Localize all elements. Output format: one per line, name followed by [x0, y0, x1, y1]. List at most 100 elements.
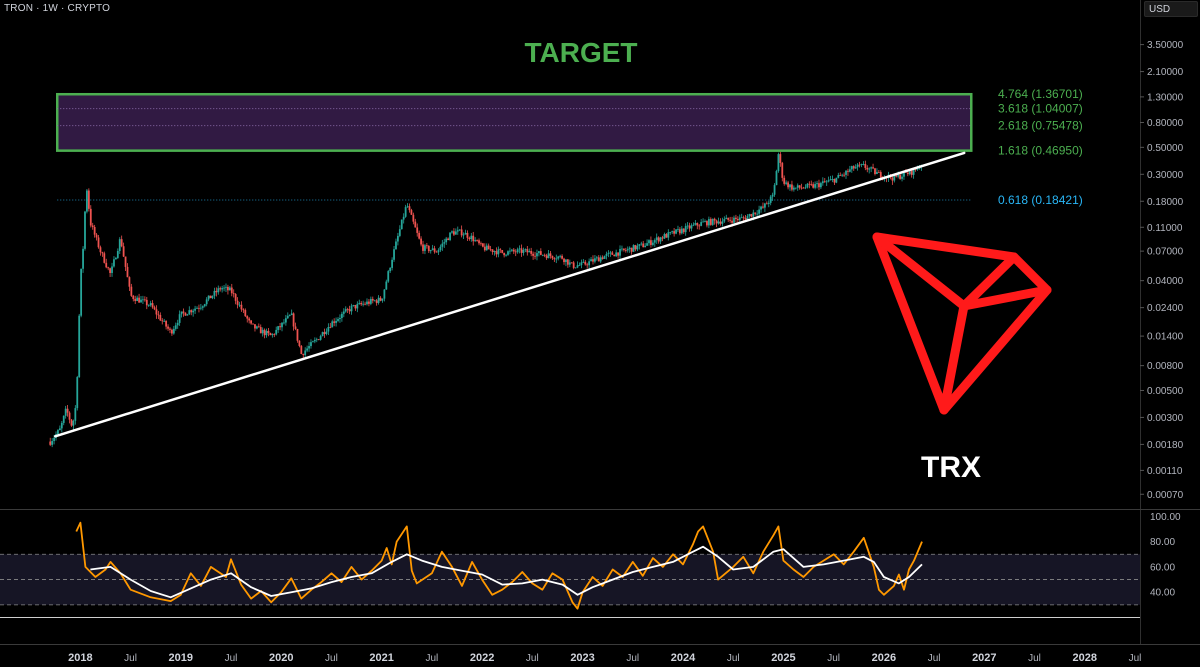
- candle-body-114: [269, 332, 272, 336]
- candle-body-315: [657, 237, 660, 242]
- candle-body-428: [876, 172, 878, 175]
- candle-body-313: [653, 240, 656, 243]
- candle-body-330: [686, 225, 689, 227]
- candle-body-90: [223, 287, 225, 289]
- candle-body-203: [441, 243, 444, 247]
- candle-body-244: [520, 248, 523, 253]
- candle-body-59: [163, 320, 166, 322]
- candle-body-15: [78, 315, 81, 378]
- candle-body-400: [821, 181, 824, 184]
- candle-body-251: [534, 255, 536, 257]
- candle-body-183: [402, 216, 405, 220]
- candle-body-68: [180, 311, 183, 315]
- candle-body-37: [120, 239, 123, 247]
- candle-body-70: [184, 312, 187, 316]
- candle-body-86: [215, 290, 218, 293]
- candle-body-257: [545, 255, 548, 259]
- candle-body-178: [393, 249, 395, 260]
- candle-body-326: [679, 229, 681, 234]
- candle-body-83: [209, 295, 212, 299]
- candle-body-364: [752, 212, 755, 217]
- candle-body-243: [518, 248, 521, 250]
- candle-body-50: [145, 299, 148, 306]
- time-tick-5: Jul: [325, 653, 338, 664]
- candle-body-285: [599, 257, 602, 262]
- candle-body-16: [80, 268, 83, 316]
- candle-body-213: [460, 229, 463, 236]
- candle-body-35: [116, 250, 119, 258]
- trx-chart[interactable]: 4.764 (1.36701)3.618 (1.04007) 2.618 (0.7…: [0, 0, 1200, 667]
- time-tick-14: 2025: [771, 652, 795, 664]
- candle-body-65: [174, 325, 177, 329]
- candle-body-2: [53, 437, 55, 442]
- currency-button[interactable]: USD: [1144, 1, 1198, 17]
- candle-body-258: [547, 253, 550, 259]
- candle-body-154: [346, 309, 349, 310]
- candle-body-305: [638, 244, 641, 246]
- candle-body-347: [719, 221, 722, 224]
- candle-body-199: [433, 248, 436, 252]
- candle-body-237: [507, 251, 509, 255]
- candle-body-143: [325, 331, 328, 335]
- candle-body-78: [199, 307, 202, 309]
- price-tick-9: 0.04000: [1147, 276, 1184, 287]
- candle-body-121: [283, 322, 285, 324]
- price-tick-3: 0.80000: [1147, 118, 1184, 129]
- time-tick-2: 2019: [169, 652, 193, 664]
- candle-body-120: [281, 322, 283, 328]
- candle-body-424: [868, 168, 871, 170]
- candle-body-159: [356, 303, 359, 309]
- tron-logo-icon: [872, 232, 1052, 415]
- candle-body-161: [360, 302, 363, 305]
- candle-body-306: [640, 243, 643, 245]
- candle-body-410: [841, 174, 844, 176]
- candle-body-402: [825, 181, 828, 183]
- price-tick-1: 2.10000: [1147, 67, 1184, 78]
- candle-body-88: [219, 288, 222, 290]
- candle-body-8: [64, 408, 67, 416]
- candle-body-331: [688, 225, 691, 229]
- candle-body-271: [572, 262, 575, 268]
- candle-body-275: [580, 262, 583, 266]
- time-tick-9: Jul: [526, 653, 539, 664]
- candle-body-135: [310, 342, 312, 347]
- candle-body-334: [694, 223, 697, 225]
- candle-body-55: [155, 309, 158, 315]
- time-tick-12: 2024: [671, 652, 696, 664]
- candle-body-336: [698, 225, 701, 227]
- candle-body-406: [833, 178, 836, 183]
- candle-body-377: [777, 154, 780, 172]
- candle-body-297: [622, 248, 625, 251]
- candle-body-109: [259, 327, 262, 334]
- candle-body-381: [785, 182, 788, 184]
- candle-body-323: [673, 231, 676, 234]
- candle-body-387: [796, 185, 799, 188]
- price-tick-13: 0.00500: [1147, 386, 1184, 397]
- candle-body-327: [680, 228, 683, 234]
- candle-body-376: [775, 171, 778, 186]
- candle-body-192: [420, 238, 422, 245]
- candle-body-168: [373, 300, 376, 302]
- candle-body-156: [350, 305, 353, 312]
- candle-body-131: [302, 353, 305, 356]
- candle-body-409: [839, 175, 842, 176]
- candle-body-60: [165, 320, 168, 327]
- candle-body-1: [51, 441, 54, 445]
- candle-body-169: [375, 300, 378, 303]
- exchange: CRYPTO: [67, 3, 111, 14]
- candle-body-190: [416, 227, 419, 233]
- candle-body-99: [240, 304, 243, 310]
- candle-body-238: [509, 250, 511, 252]
- candle-body-0: [49, 441, 52, 445]
- fib-label-0: 4.764 (1.36701): [998, 87, 1083, 101]
- candle-body-130: [300, 345, 303, 354]
- candle-body-19: [86, 190, 88, 212]
- candle-body-379: [781, 162, 784, 178]
- candle-body-85: [213, 290, 216, 296]
- rsi-tick-3: 40.00: [1150, 588, 1175, 599]
- candle-body-144: [327, 326, 330, 332]
- candle-body-231: [495, 251, 498, 255]
- candle-body-69: [182, 311, 185, 313]
- target-zone: [56, 92, 973, 152]
- candle-body-139: [317, 339, 320, 341]
